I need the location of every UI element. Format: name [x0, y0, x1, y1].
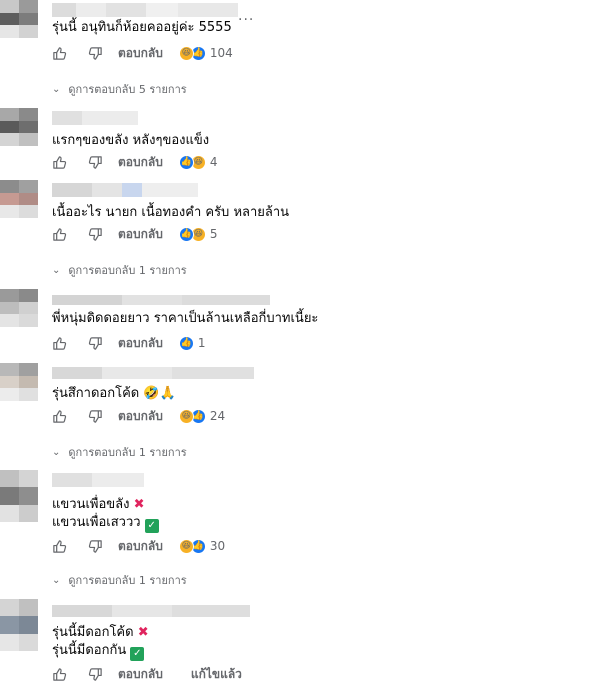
check-mark-icon: ✓: [144, 519, 159, 533]
reaction-count: 24: [209, 409, 226, 423]
thumbs-down-icon[interactable]: [86, 407, 104, 425]
like-icon: 👍: [178, 154, 194, 170]
reaction-count: 5: [209, 227, 218, 241]
reply-button[interactable]: ตอบกลับ: [118, 537, 163, 556]
comment-text: เนื้ออะไร นายก เนื้อทองคำ ครับ หลายล้าน: [52, 205, 290, 220]
check-mark-icon: ✓: [130, 647, 145, 661]
thumbs-up-icon[interactable]: [50, 537, 68, 555]
haha-icon: 😆: [178, 538, 194, 554]
author-name-blurred[interactable]: [52, 295, 270, 305]
avatar[interactable]: [0, 0, 38, 38]
comment-text: แขวนเพื่อขลัง: [52, 497, 130, 512]
reactions[interactable]: 👍: [178, 335, 194, 351]
reaction-count: 1: [197, 336, 206, 350]
reaction-count: 104: [209, 46, 233, 60]
reply-button[interactable]: ตอบกลับ: [118, 225, 163, 244]
comment-text: แขวนเพื่อเสววว: [52, 515, 141, 530]
reply-button[interactable]: ตอบกลับ: [118, 153, 163, 172]
comment-text: รุ่นนี้มีดอกกัน: [52, 643, 127, 658]
thumbs-up-icon[interactable]: [50, 44, 68, 62]
comment-text-line-2: แขวนเพื่อเสววว ✓: [52, 513, 159, 533]
comment-actions: ตอบกลับ 😆 👍 30: [50, 537, 225, 555]
avatar[interactable]: [0, 470, 38, 522]
reactions[interactable]: 👍 😆: [178, 154, 206, 170]
comment-text-line-1: แขวนเพื่อขลัง ✖: [52, 495, 145, 514]
view-replies-link[interactable]: ⌄ ดูการตอบกลับ 1 รายการ: [52, 571, 187, 589]
thumbs-up-icon[interactable]: [50, 665, 68, 683]
author-name-blurred[interactable]: [52, 473, 144, 487]
comment-text: รุ่นนี้มีดอกโค้ด: [52, 625, 134, 640]
view-replies-label: ดูการตอบกลับ 1 รายการ: [68, 446, 187, 459]
thumbs-up-icon[interactable]: [50, 334, 68, 352]
reaction-count: 30: [209, 539, 226, 553]
like-icon: 👍: [178, 335, 194, 351]
haha-icon: 😆: [178, 45, 194, 61]
avatar[interactable]: [0, 363, 38, 401]
comment-text-line-2: รุ่นนี้มีดอกกัน ✓: [52, 641, 145, 661]
thumbs-up-icon[interactable]: [50, 225, 68, 243]
reply-button[interactable]: ตอบกลับ: [118, 665, 163, 684]
view-replies-link[interactable]: ⌄ ดูการตอบกลับ 5 รายการ: [52, 80, 187, 98]
thumbs-down-icon[interactable]: [86, 225, 104, 243]
view-replies-label: ดูการตอบกลับ 1 รายการ: [68, 574, 187, 587]
view-replies-label: ดูการตอบกลับ 5 รายการ: [68, 83, 187, 96]
chevron-down-icon: ⌄: [52, 264, 61, 276]
thumbs-down-icon[interactable]: [86, 44, 104, 62]
view-replies-label: ดูการตอบกลับ 1 รายการ: [68, 264, 187, 277]
thumbs-up-icon[interactable]: [50, 407, 68, 425]
chevron-down-icon: ⌄: [52, 574, 61, 586]
thumbs-down-icon[interactable]: [86, 153, 104, 171]
reactions[interactable]: 👍 😆: [178, 226, 206, 242]
reactions[interactable]: 😆 👍: [178, 408, 206, 424]
edited-label: แก้ไขแล้ว: [190, 666, 242, 681]
comment-text: รุ่นนี้ อนุทินก็ห้อยคออยู่ค่ะ 5555: [52, 20, 232, 35]
comment-actions: ตอบกลับ 👍 😆 4: [50, 153, 218, 171]
comment-text: พี่หนุ่มดิดดอยยาว ราคาเป็นล้านเหลือกี่บา…: [52, 311, 319, 326]
chevron-down-icon: ⌄: [52, 446, 61, 458]
avatar[interactable]: [0, 289, 38, 327]
author-name-blurred[interactable]: [52, 367, 254, 379]
author-name-blurred[interactable]: [52, 3, 238, 17]
comment-text: แรกๆของขลัง หลังๆของแข็ง: [52, 133, 210, 148]
comment-text-line-1: รุ่นนี้มีดอกโค้ด ✖: [52, 623, 149, 642]
thumbs-down-icon[interactable]: [86, 665, 104, 683]
thumbs-up-icon[interactable]: [50, 153, 68, 171]
haha-icon: 😆: [178, 408, 194, 424]
cross-mark-icon: ✖: [133, 497, 145, 512]
reactions[interactable]: 😆 👍: [178, 538, 206, 554]
more-options-icon[interactable]: ···: [238, 12, 254, 28]
reply-button[interactable]: ตอบกลับ: [118, 334, 163, 353]
comment-text: รุ่นสึกาดอกโค้ด 🤣🙏: [52, 386, 176, 401]
avatar[interactable]: [0, 599, 38, 651]
avatar[interactable]: [0, 180, 38, 218]
comment-actions: ตอบกลับ แก้ไขแล้ว: [50, 665, 242, 683]
cross-mark-icon: ✖: [137, 625, 149, 640]
author-name-blurred[interactable]: [52, 111, 138, 125]
avatar[interactable]: [0, 108, 38, 146]
like-icon: 👍: [178, 226, 194, 242]
thumbs-down-icon[interactable]: [86, 334, 104, 352]
chevron-down-icon: ⌄: [52, 83, 61, 95]
comment-actions: ตอบกลับ 😆 👍 24: [50, 407, 225, 425]
reactions[interactable]: 😆 👍: [178, 45, 206, 61]
author-name-blurred[interactable]: [52, 183, 198, 197]
view-replies-link[interactable]: ⌄ ดูการตอบกลับ 1 รายการ: [52, 261, 187, 279]
thumbs-down-icon[interactable]: [86, 537, 104, 555]
view-replies-link[interactable]: ⌄ ดูการตอบกลับ 1 รายการ: [52, 443, 187, 461]
reaction-count: 4: [209, 155, 218, 169]
reply-button[interactable]: ตอบกลับ: [118, 407, 163, 426]
reply-button[interactable]: ตอบกลับ: [118, 44, 163, 63]
comment-actions: ตอบกลับ 👍 😆 5: [50, 225, 218, 243]
comment-actions: ตอบกลับ 😆 👍 104: [50, 44, 233, 62]
comment-actions: ตอบกลับ 👍 1: [50, 334, 206, 352]
author-name-blurred[interactable]: [52, 605, 250, 617]
